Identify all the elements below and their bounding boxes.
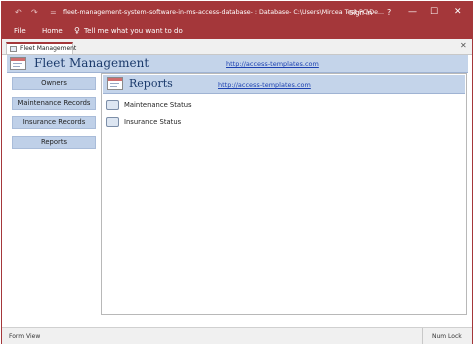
maintenance-status-report-button[interactable] — [106, 100, 119, 110]
title-bar: ↶ ↷ = fleet-management-system-software-i… — [2, 2, 472, 24]
sidebar-item-insurance-records[interactable]: Insurance Records — [12, 116, 96, 129]
sidebar-item-owners[interactable]: Owners — [12, 77, 96, 90]
access-window: ↶ ↷ = fleet-management-system-software-i… — [1, 1, 473, 344]
header-website-link[interactable]: http://access-templates.com — [226, 60, 319, 68]
sidebar-item-label: Reports — [40, 138, 68, 146]
reports-website-link[interactable]: http://access-templates.com — [218, 81, 311, 89]
sidebar-item-reports[interactable]: Reports — [12, 136, 96, 149]
close-document-icon[interactable]: ✕ — [460, 41, 467, 50]
reports-header: Reports http://access-templates.com — [103, 75, 465, 94]
document-tab-fleet-management[interactable]: Fleet Management — [6, 42, 77, 54]
reports-header-icon — [107, 77, 123, 90]
tab-home[interactable]: Home — [42, 27, 63, 35]
status-bar: Form View Num Lock — [2, 327, 472, 344]
tab-file[interactable]: File — [14, 27, 26, 35]
num-lock-status: Num Lock — [432, 333, 462, 340]
sign-in-link[interactable]: Sign in — [349, 9, 372, 17]
sidebar-item-maintenance-records[interactable]: Maintenance Records — [12, 97, 96, 110]
undo-icon[interactable]: ↶ — [15, 8, 22, 17]
restore-icon[interactable]: ☐ — [430, 7, 438, 17]
view-mode-status: Form View — [9, 333, 41, 340]
form-icon — [10, 46, 17, 52]
form-title: Fleet Management — [34, 56, 150, 70]
maintenance-status-label: Maintenance Status — [124, 101, 192, 109]
window-title: fleet-management-system-software-in-ms-a… — [63, 9, 385, 16]
sidebar-item-label: Maintenance Records — [17, 99, 91, 107]
help-icon[interactable]: ? — [387, 8, 391, 17]
sidebar-item-label: Owners — [41, 79, 67, 87]
reports-title: Reports — [129, 77, 173, 90]
lightbulb-icon: ♀ — [74, 26, 80, 35]
reports-subform: Reports http://access-templates.com Main… — [101, 73, 467, 315]
document-tab-label: Fleet Management — [20, 45, 77, 52]
document-tab-strip: Fleet Management ✕ — [2, 39, 472, 55]
redo-icon[interactable]: ↷ — [31, 8, 38, 17]
customize-quick-access-icon[interactable]: = — [50, 8, 57, 17]
minimize-icon[interactable]: — — [408, 7, 417, 17]
close-icon[interactable]: ✕ — [454, 7, 462, 17]
tell-me-search[interactable]: Tell me what you want to do — [84, 27, 183, 35]
sidebar-item-label: Insurance Records — [22, 118, 86, 126]
form-header: Fleet Management http://access-templates… — [7, 55, 468, 73]
insurance-status-report-button[interactable] — [106, 117, 119, 127]
insurance-status-label: Insurance Status — [124, 118, 182, 126]
ribbon-tabs: File Home ♀ Tell me what you want to do — [2, 24, 472, 39]
form-header-icon — [10, 57, 26, 70]
